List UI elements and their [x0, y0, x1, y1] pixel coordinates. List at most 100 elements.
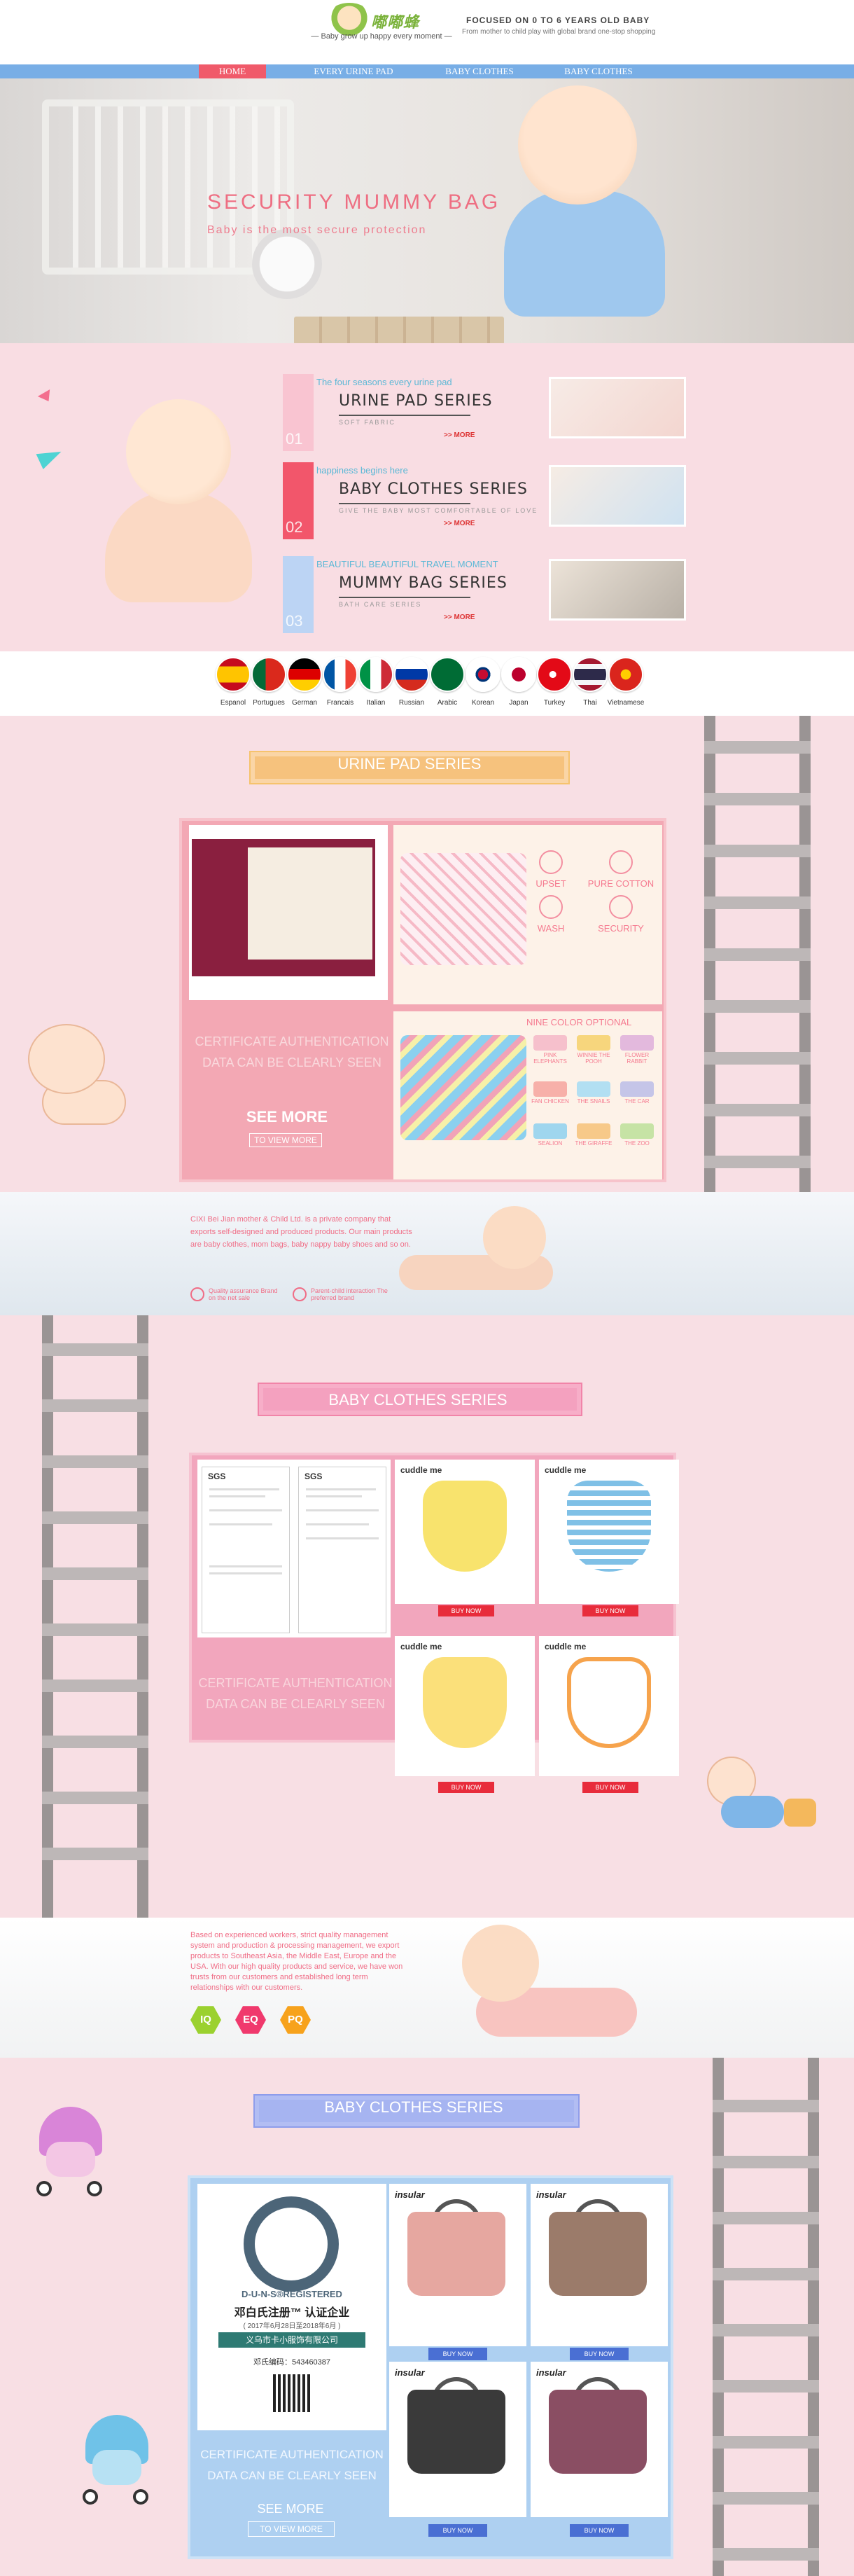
onesie-image	[423, 1481, 507, 1572]
duns-code: 邓氏编码：543460387	[253, 2358, 331, 2367]
flag-japan-icon[interactable]	[501, 657, 536, 692]
color-swatch[interactable]	[533, 1081, 567, 1097]
swatch-label: THE ZOO	[624, 1140, 650, 1147]
to-view-more-button[interactable]: TO VIEW MORE	[249, 1133, 322, 1147]
logo-text[interactable]: 嘟嘟蜂	[371, 10, 419, 32]
baby-clothes-thumbnail[interactable]	[549, 465, 686, 527]
swatch-label: WINNIE THE POOH	[577, 1052, 610, 1065]
logo-icon[interactable]	[326, 3, 372, 36]
baby-head	[483, 1206, 546, 1269]
series-row-mummy-bag[interactable]: 03 BEAUTIFUL BEAUTIFUL TRAVEL MOMENT MUM…	[283, 556, 686, 633]
sgs-certificate-image[interactable]: SGS SGS	[197, 1460, 391, 1637]
flag-arabic-icon[interactable]	[430, 657, 465, 692]
see-more-button[interactable]: SEE MORE	[238, 2502, 343, 2516]
onesie-image	[567, 1481, 651, 1572]
feature-label: SECURITY	[598, 923, 644, 934]
buy-now-button[interactable]: BUY NOW	[582, 1782, 638, 1793]
flag-portugal-icon[interactable]	[251, 657, 286, 692]
to-view-more-button[interactable]: TO VIEW MORE	[248, 2521, 335, 2537]
section-title: BABY CLOTHES SERIES	[324, 2098, 503, 2116]
flag-korea-icon[interactable]	[465, 657, 500, 692]
buy-now-button[interactable]: BUY NOW	[428, 2524, 487, 2537]
hero-banner[interactable]: SECURITY MUMMY BAG Baby is the most secu…	[0, 78, 854, 343]
feature-label: UPSET	[536, 878, 566, 889]
duns-date: ( 2017年6月28日至2018年6月 )	[243, 2322, 341, 2330]
series-subtitle: BATH CARE SERIES	[339, 601, 422, 608]
blanket-image[interactable]	[400, 1035, 526, 1140]
flag-thailand-icon[interactable]	[573, 657, 608, 692]
urine-pad-ribbon: URINE PAD SERIES	[249, 747, 570, 789]
certificate-caption: CERTIFICATE AUTHENTICATION DATA CAN BE C…	[200, 2448, 384, 2482]
color-swatch[interactable]	[577, 1035, 610, 1051]
buy-now-button[interactable]: BUY NOW	[438, 1605, 494, 1616]
flag-france-icon[interactable]	[323, 657, 358, 692]
crib-bars	[56, 106, 280, 268]
color-swatch[interactable]	[620, 1081, 654, 1097]
page-header: 嘟嘟蜂 — Baby grow up happy every moment — …	[0, 0, 854, 64]
duns-company: 义乌市卡小服饰有限公司	[218, 2332, 365, 2348]
certificate-caption: CERTIFICATE AUTHENTICATION DATA CAN BE C…	[195, 1034, 389, 1069]
flag-germany-icon[interactable]	[287, 657, 322, 692]
see-more-button[interactable]: SEE MORE	[238, 1108, 336, 1126]
more-link[interactable]: >> MORE	[444, 431, 475, 439]
product-card[interactable]: insular BUY NOW	[389, 2184, 526, 2360]
urine-pad-thumbnail[interactable]	[549, 377, 686, 438]
product-card[interactable]: insular BUY NOW	[531, 2184, 668, 2360]
baby-head	[518, 85, 637, 205]
certificate-page	[248, 847, 372, 960]
more-link[interactable]: >> MORE	[444, 520, 475, 527]
series-row-urine-pad[interactable]: 01 The four seasons every urine pad URIN…	[283, 374, 686, 451]
buy-now-button[interactable]: BUY NOW	[438, 1782, 494, 1793]
buy-now-button[interactable]: BUY NOW	[570, 2524, 629, 2537]
product-card[interactable]: cuddle me BUY NOW	[539, 1636, 679, 1793]
product-card[interactable]: cuddle me BUY NOW	[539, 1460, 679, 1616]
buy-now-button[interactable]: BUY NOW	[582, 1605, 638, 1616]
stroller-illustration	[32, 2107, 116, 2205]
flag-turkey-icon[interactable]	[537, 657, 572, 692]
flag-italy-icon[interactable]	[358, 657, 393, 692]
series-row-baby-clothes[interactable]: 02 happiness begins here BABY CLOTHES SE…	[283, 462, 686, 539]
duns-certificate-image[interactable]: D-U-N-S®REGISTERED 邓白氏注册™ 认证企业 ( 2017年6月…	[197, 2184, 386, 2430]
series-name: BABY CLOTHES SERIES	[339, 480, 528, 498]
brand-label: insular	[395, 2367, 425, 2378]
eq-badge: EQ	[235, 2006, 266, 2034]
more-link[interactable]: >> MORE	[444, 614, 475, 621]
product-card[interactable]: cuddle me BUY NOW	[395, 1460, 535, 1616]
swatch-label: FAN CHICKEN	[531, 1098, 569, 1105]
color-swatch[interactable]	[577, 1123, 610, 1139]
nav-item-baby-clothes[interactable]: BABY CLOTHES	[441, 64, 518, 78]
product-card[interactable]: insular BUY NOW	[389, 2362, 526, 2537]
color-swatch[interactable]	[620, 1123, 654, 1139]
buy-now-button[interactable]: BUY NOW	[570, 2348, 629, 2360]
flag-russia-icon[interactable]	[394, 657, 429, 692]
divider	[339, 503, 470, 504]
swatch-label: SEALION	[538, 1140, 563, 1147]
baby-clothes-panel: SGS SGS CERTIFICATE AUTHENTICATION DATA …	[189, 1453, 679, 1793]
nav-item-home[interactable]: HOME	[199, 64, 266, 78]
bag-image	[549, 2390, 647, 2474]
blanket-image[interactable]	[400, 853, 526, 965]
quality-icon	[190, 1287, 204, 1301]
certificate-image[interactable]	[189, 825, 388, 1000]
nav-item-urine-pad[interactable]: EVERY URINE PAD	[308, 64, 399, 78]
baby-head	[462, 1925, 539, 2002]
stroller-illustration	[78, 2415, 162, 2513]
toy-horse-icon	[784, 1799, 816, 1827]
swatch-label: THE GIRAFFE	[575, 1140, 612, 1147]
color-swatch[interactable]	[577, 1081, 610, 1097]
urine-pad-section: URINE PAD SERIES CERTIFICATE AUTHENTICAT…	[0, 716, 854, 1192]
mummy-bag-thumbnail[interactable]	[549, 559, 686, 621]
swatch-label: FLOWER RABBIT	[624, 1052, 650, 1065]
buy-now-button[interactable]: BUY NOW	[428, 2348, 487, 2360]
product-card[interactable]: insular BUY NOW	[531, 2362, 668, 2537]
flag-vietnam-icon[interactable]	[608, 657, 643, 692]
cotton-icon	[609, 850, 633, 874]
iq-badge: IQ	[190, 2006, 221, 2034]
qr-code-icon	[273, 2374, 311, 2412]
flag-spain-icon[interactable]	[216, 657, 251, 692]
color-swatch[interactable]	[620, 1035, 654, 1051]
color-swatch[interactable]	[533, 1123, 567, 1139]
product-card[interactable]: cuddle me BUY NOW	[395, 1636, 535, 1793]
color-swatch[interactable]	[533, 1035, 567, 1051]
nav-item-baby-clothes-2[interactable]: BABY CLOTHES	[560, 64, 637, 78]
